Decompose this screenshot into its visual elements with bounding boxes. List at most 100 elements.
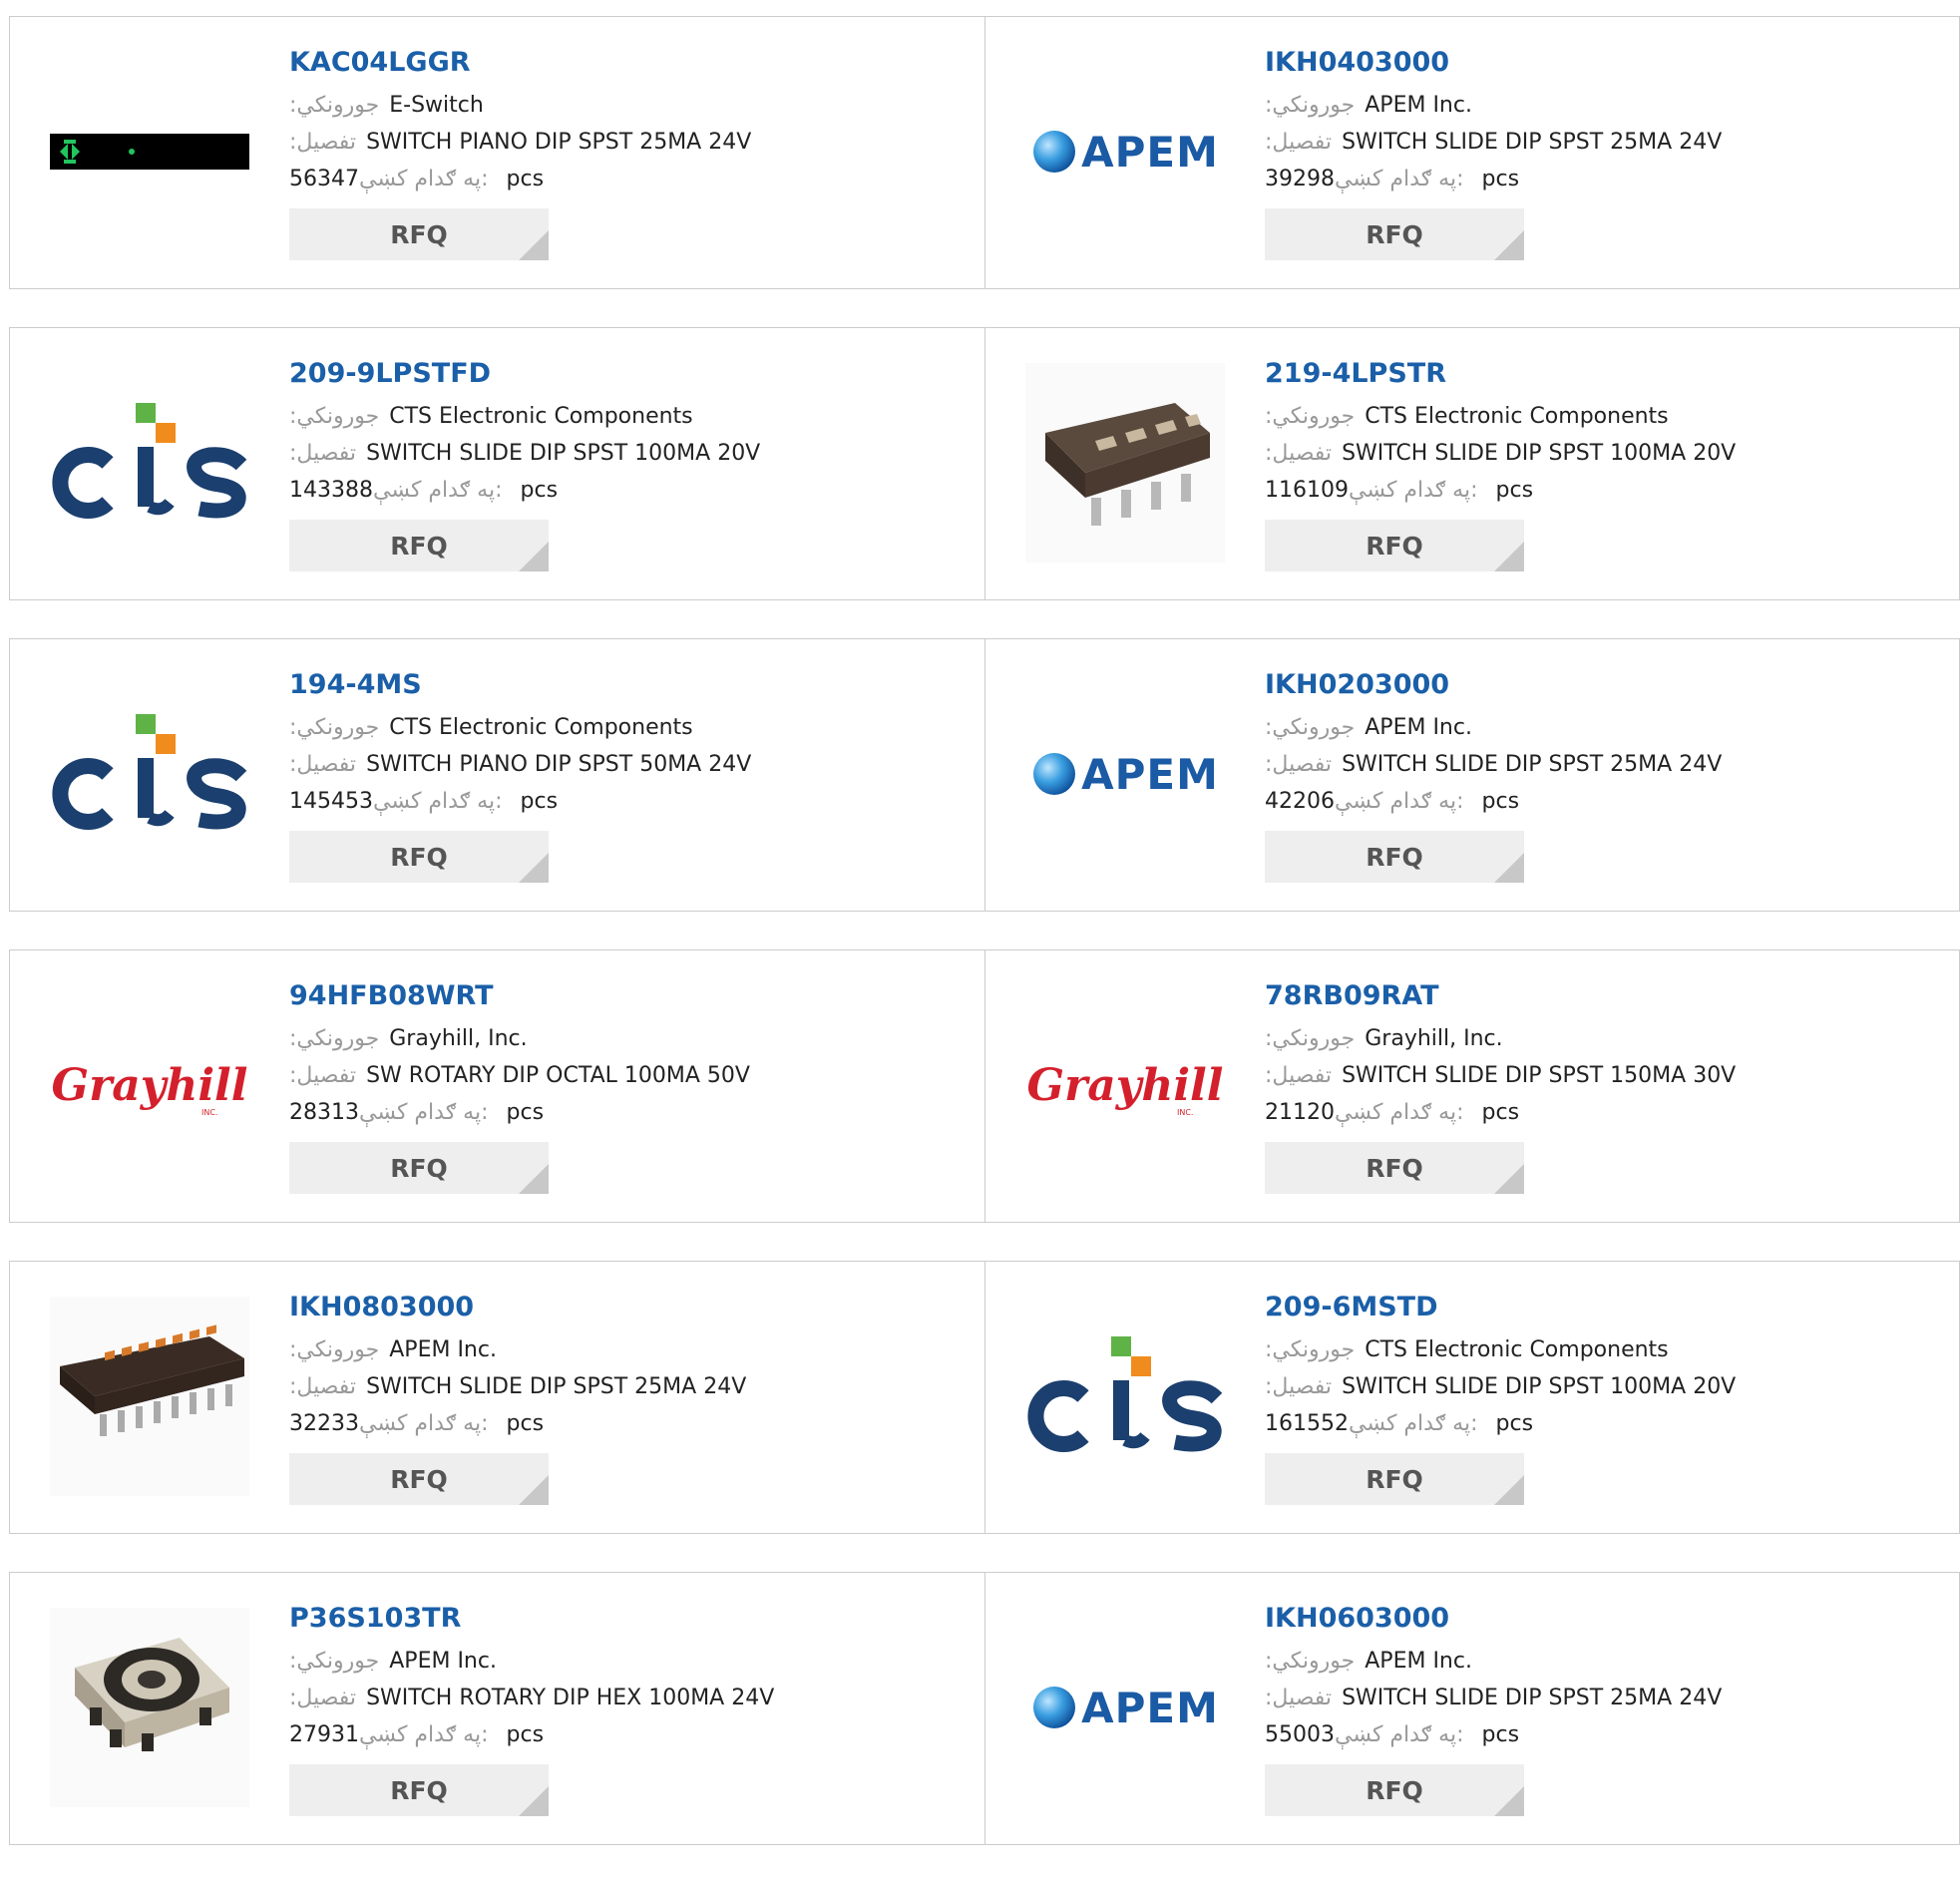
stock-line: 116109په ګدام کښې: pcs (1265, 472, 1736, 509)
product-info: IKH0803000:جورونكي APEM Inc.:تفصيل SWITCH … (289, 1290, 746, 1505)
part-number-link[interactable]: IKH0803000 (289, 1290, 746, 1325)
manufacturer-label: :جورونكي (1265, 715, 1356, 740)
apem-logo[interactable]: APEM (1025, 674, 1225, 874)
manufacturer-value: CTS Electronic Components (389, 715, 693, 740)
product-card: 219-4LPSTR:جورونكي CTS Electronic Compone… (984, 328, 1959, 599)
description-line: :تفصيل SWITCH SLIDE DIP SPST 25MA 24V (289, 1368, 746, 1405)
cts-logo[interactable] (1025, 1297, 1225, 1496)
rfq-label: RFQ (1366, 1775, 1423, 1805)
description-label: :تفصيل (289, 752, 357, 777)
grayhill-logo[interactable]: Grayhill INC. (50, 985, 249, 1185)
rfq-button[interactable]: RFQ (289, 1764, 549, 1816)
rfq-button[interactable]: RFQ (1265, 208, 1524, 260)
dip-switch-4-photo[interactable] (1025, 363, 1225, 563)
rfq-button[interactable]: RFQ (289, 208, 549, 260)
grayhill-logo[interactable]: Grayhill INC. (1025, 985, 1225, 1185)
rfq-button[interactable]: RFQ (1265, 1764, 1524, 1816)
dip-switch-8-photo[interactable] (50, 1297, 249, 1496)
description-line: :تفصيل SW ROTARY DIP OCTAL 100MA 50V (289, 1057, 750, 1094)
product-card: 209-6MSTD:جورونكي CTS Electronic Componen… (984, 1262, 1959, 1533)
grayhill-logo-sub: INC. (1177, 1107, 1194, 1117)
part-number-link[interactable]: 78RB09RAT (1265, 978, 1736, 1014)
manufacturer-line: :جورونكي Grayhill, Inc. (1265, 1020, 1736, 1057)
rotary-dip-photo[interactable] (50, 1608, 249, 1807)
part-number-link[interactable]: 209-6MSTD (1265, 1290, 1736, 1325)
description-value: SWITCH SLIDE DIP SPST 25MA 24V (366, 1374, 747, 1399)
product-info: 209-9LPSTFD:جورونكي CTS Electronic Compon… (289, 356, 760, 571)
stock-value: 27931 (289, 1722, 359, 1747)
stock-label: په ګدام کښې: (1335, 789, 1464, 814)
apem-logo[interactable]: APEM (1025, 1608, 1225, 1807)
rfq-button[interactable]: RFQ (1265, 831, 1524, 883)
part-number-link[interactable]: 94HFB08WRT (289, 978, 750, 1014)
description-label: :تفصيل (1265, 752, 1333, 777)
corner-triangle-icon (519, 542, 549, 571)
product-info: 194-4MS :جورونكي CTS Electronic Components… (289, 667, 751, 883)
grayhill-logo-text: Grayhill (51, 1059, 248, 1111)
manufacturer-line: :جورونكي Grayhill, Inc. (289, 1020, 750, 1057)
part-number-link[interactable]: 194-4MS (289, 667, 751, 703)
keyboard-strip-icon[interactable] (50, 52, 249, 251)
product-card: 209-9LPSTFD:جورونكي CTS Electronic Compon… (10, 328, 984, 599)
apem-logo-text: APEM (1081, 1683, 1219, 1732)
product-card: Grayhill INC. 94HFB08WRT:جورونكي Grayhill… (10, 950, 984, 1222)
rfq-label: RFQ (390, 1153, 448, 1183)
stock-line: 161552په ګدام کښې: pcs (1265, 1405, 1736, 1442)
product-card: KAC04LGGR:جورونكي E-Switch:تفصيل SWITCH PI… (10, 17, 984, 288)
product-card: Grayhill INC. 78RB09RAT :جورونكي Grayhill,… (984, 950, 1959, 1222)
corner-triangle-icon (519, 1786, 549, 1816)
rfq-button[interactable]: RFQ (1265, 520, 1524, 571)
product-row: KAC04LGGR:جورونكي E-Switch:تفصيل SWITCH PI… (9, 16, 1960, 289)
corner-triangle-icon (519, 853, 549, 883)
product-info: IKH0203000:جورونكي APEM Inc.:تفصيل SWITCH … (1265, 667, 1722, 883)
rfq-button[interactable]: RFQ (289, 831, 549, 883)
part-number-link[interactable]: KAC04LGGR (289, 45, 751, 81)
stock-unit: pcs (1481, 167, 1520, 191)
stock-unit: pcs (1481, 789, 1520, 814)
stock-label: په ګدام کښې: (359, 1411, 489, 1436)
manufacturer-value: APEM Inc. (1365, 93, 1472, 118)
manufacturer-line: :جورونكي APEM Inc. (289, 1643, 774, 1680)
manufacturer-value: E-Switch (389, 93, 484, 118)
description-line: :تفصيل SWITCH SLIDE DIP SPST 150MA 30V (1265, 1057, 1736, 1094)
stock-unit: pcs (506, 1100, 545, 1125)
stock-value: 56347 (289, 167, 359, 191)
product-card: APEM IKH0603000:جورونكي APEM Inc.:تفصيل SW… (984, 1573, 1959, 1844)
cts-logo[interactable] (50, 674, 249, 874)
rfq-button[interactable]: RFQ (289, 520, 549, 571)
description-value: SWITCH SLIDE DIP SPST 25MA 24V (1342, 130, 1723, 155)
stock-value: 55003 (1265, 1722, 1335, 1747)
manufacturer-label: :جورونكي (289, 1026, 380, 1051)
rfq-label: RFQ (1366, 1153, 1423, 1183)
product-row: 209-9LPSTFD:جورونكي CTS Electronic Compon… (9, 327, 1960, 600)
manufacturer-line: :جورونكي E-Switch (289, 87, 751, 124)
product-row: IKH0803000:جورونكي APEM Inc.:تفصيل SWITCH … (9, 1261, 1960, 1534)
cts-logo[interactable] (50, 363, 249, 563)
part-number-link[interactable]: 209-9LPSTFD (289, 356, 760, 392)
rfq-button[interactable]: RFQ (1265, 1453, 1524, 1505)
description-label: :تفصيل (1265, 130, 1333, 155)
manufacturer-line: :جورونكي CTS Electronic Components (289, 709, 751, 746)
part-number-link[interactable]: IKH0203000 (1265, 667, 1722, 703)
description-value: SWITCH PIANO DIP SPST 50MA 24V (366, 752, 752, 777)
rfq-label: RFQ (390, 842, 448, 872)
rfq-button[interactable]: RFQ (289, 1453, 549, 1505)
manufacturer-value: APEM Inc. (1365, 1649, 1472, 1674)
part-number-link[interactable]: 219-4LPSTR (1265, 356, 1736, 392)
stock-value: 161552 (1265, 1411, 1349, 1436)
stock-unit: pcs (506, 1722, 545, 1747)
stock-label: په ګدام کښې: (359, 1100, 489, 1125)
grayhill-logo-text: Grayhill (1026, 1059, 1224, 1111)
rfq-button[interactable]: RFQ (1265, 1142, 1524, 1194)
part-number-link[interactable]: IKH0603000 (1265, 1601, 1722, 1637)
rfq-label: RFQ (390, 219, 448, 249)
product-row: Grayhill INC. 94HFB08WRT:جورونكي Grayhill… (9, 949, 1960, 1223)
product-card: APEM IKH0403000:جورونكي APEM Inc.:تفصيل SW… (984, 17, 1959, 288)
part-number-link[interactable]: P36S103TR (289, 1601, 774, 1637)
apem-logo[interactable]: APEM (1025, 52, 1225, 251)
part-number-link[interactable]: IKH0403000 (1265, 45, 1722, 81)
stock-line: 39298په ګدام کښې: pcs (1265, 161, 1722, 197)
description-value: SWITCH SLIDE DIP SPST 150MA 30V (1342, 1063, 1737, 1088)
rfq-button[interactable]: RFQ (289, 1142, 549, 1194)
manufacturer-label: :جورونكي (289, 93, 380, 118)
